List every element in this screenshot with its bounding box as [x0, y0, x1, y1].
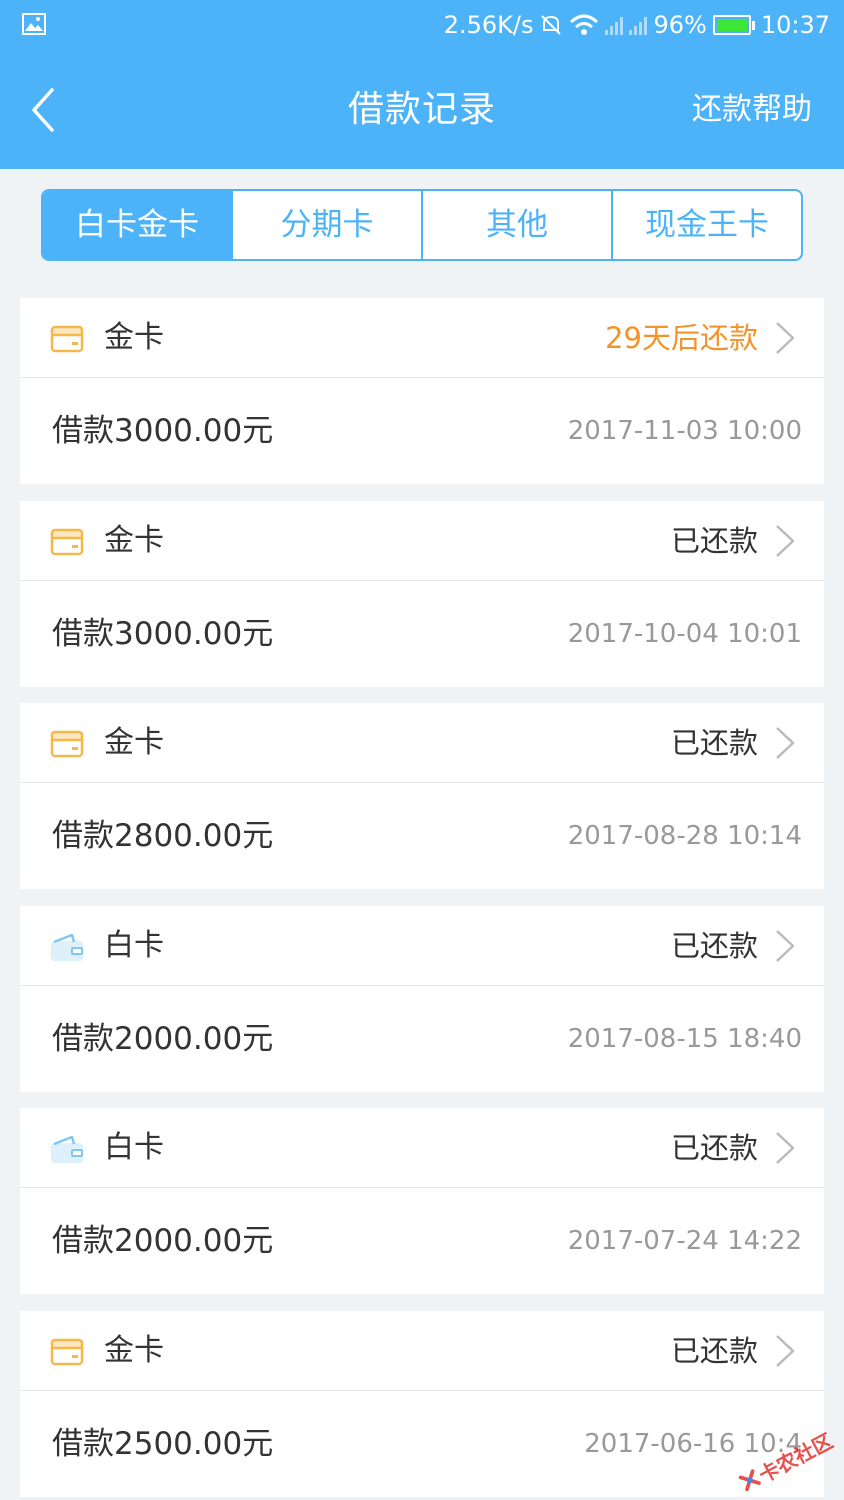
chevron-right-icon[interactable] [774, 725, 796, 761]
card-type-label: 白卡 [104, 1130, 164, 1165]
gold-card-icon [50, 325, 84, 353]
signal-icon [605, 15, 624, 35]
loan-date: 2017-11-03 10:00 [567, 416, 802, 446]
chevron-right-icon[interactable] [774, 320, 796, 356]
status-bar: 2.56K/s 96% 10:37 [0, 0, 844, 50]
card-type-label: 金卡 [104, 320, 164, 355]
repayment-status: 29天后还款 [605, 321, 758, 355]
loan-record-card[interactable]: 白卡 已还款借款2000.00元 2017-07-24 14:22 [20, 1108, 824, 1294]
record-detail-row: 借款2000.00元 2017-07-24 14:22 [20, 1188, 824, 1294]
record-detail-row: 借款3000.00元 2017-11-03 10:00 [20, 378, 824, 484]
card-type-tabs: 白卡金卡 分期卡 其他 现金王卡 [41, 189, 803, 261]
chevron-right-icon[interactable] [774, 1130, 796, 1166]
tab-white-gold-card[interactable]: 白卡金卡 [43, 191, 231, 259]
card-type-label: 白卡 [104, 927, 164, 963]
loan-amount: 借款2000.00元 [52, 1020, 274, 1057]
card-type-label: 金卡 [104, 725, 164, 760]
record-header-row[interactable]: 金卡 已还款 [20, 1311, 824, 1391]
battery-icon [712, 15, 755, 35]
record-detail-row: 借款2800.00元 2017-08-28 10:14 [20, 783, 824, 889]
loan-date: 2017-08-28 10:14 [567, 821, 802, 851]
record-detail-row: 借款3000.00元 2017-10-04 10:01 [20, 581, 824, 687]
gold-card-icon [50, 1338, 84, 1365]
loan-amount: 借款2500.00元 [52, 1425, 274, 1462]
mute-icon [541, 15, 562, 35]
repayment-status: 已还款 [670, 1333, 758, 1368]
wallet-icon [50, 1135, 84, 1164]
status-right: 2.56K/s 96% 10:37 [444, 0, 830, 50]
clock: 10:37 [760, 11, 830, 39]
wallet-icon [50, 933, 84, 961]
signal-icon-2 [629, 15, 648, 35]
chevron-right-icon[interactable] [774, 1333, 796, 1369]
record-header-row[interactable]: 白卡 已还款 [20, 1108, 824, 1188]
loan-amount: 借款3000.00元 [52, 413, 274, 449]
record-header-row[interactable]: 金卡 29天后还款 [20, 298, 824, 378]
tab-installment-card[interactable]: 分期卡 [231, 191, 421, 259]
loan-date: 2017-10-04 10:01 [567, 618, 802, 649]
repayment-status: 已还款 [670, 726, 758, 760]
loan-amount: 借款3000.00元 [52, 615, 274, 652]
battery-percent: 96% [653, 11, 707, 39]
repayment-help-link[interactable]: 还款帮助 [692, 50, 812, 169]
repayment-status: 已还款 [670, 928, 758, 963]
gold-card-icon [50, 730, 84, 758]
tab-other[interactable]: 其他 [421, 191, 611, 259]
loan-date: 2017-08-15 18:40 [567, 1023, 802, 1054]
loan-record-card[interactable]: 白卡 已还款借款2000.00元 2017-08-15 18:40 [20, 905, 824, 1092]
loan-record-card[interactable]: 金卡 29天后还款借款3000.00元 2017-11-03 10:00 [20, 298, 824, 484]
chevron-right-icon[interactable] [774, 928, 796, 964]
repayment-status: 已还款 [670, 523, 758, 558]
loan-record-card[interactable]: 金卡 已还款借款3000.00元 2017-10-04 10:01 [20, 500, 824, 687]
gallery-icon [22, 13, 46, 35]
chevron-right-icon[interactable] [774, 523, 796, 559]
gold-card-icon [50, 528, 84, 555]
tab-cash-king-card[interactable]: 现金王卡 [611, 191, 801, 259]
loan-record-card[interactable]: 金卡 已还款借款2500.00元 2017-06-16 10:4 [20, 1310, 824, 1497]
record-header-row[interactable]: 金卡 已还款 [20, 703, 824, 783]
repayment-status: 已还款 [670, 1131, 758, 1165]
wifi-icon [570, 14, 599, 35]
card-type-label: 金卡 [104, 1332, 164, 1368]
card-type-label: 金卡 [104, 522, 164, 558]
record-header-row[interactable]: 白卡 已还款 [20, 906, 824, 986]
network-speed: 2.56K/s [443, 11, 534, 39]
loan-date: 2017-07-24 14:22 [567, 1226, 802, 1256]
loan-amount: 借款2000.00元 [52, 1223, 274, 1259]
record-detail-row: 借款2000.00元 2017-08-15 18:40 [20, 986, 824, 1092]
record-detail-row: 借款2500.00元 2017-06-16 10:4 [20, 1391, 824, 1497]
loan-amount: 借款2800.00元 [52, 818, 274, 854]
record-header-row[interactable]: 金卡 已还款 [20, 501, 824, 581]
loan-record-card[interactable]: 金卡 已还款借款2800.00元 2017-08-28 10:14 [20, 703, 824, 889]
nav-header: 借款记录 还款帮助 [0, 50, 844, 169]
loan-record-list: 金卡 29天后还款 借款3000.00元 2017-11-03 10:00 金卡 已还款借… [20, 298, 824, 1500]
